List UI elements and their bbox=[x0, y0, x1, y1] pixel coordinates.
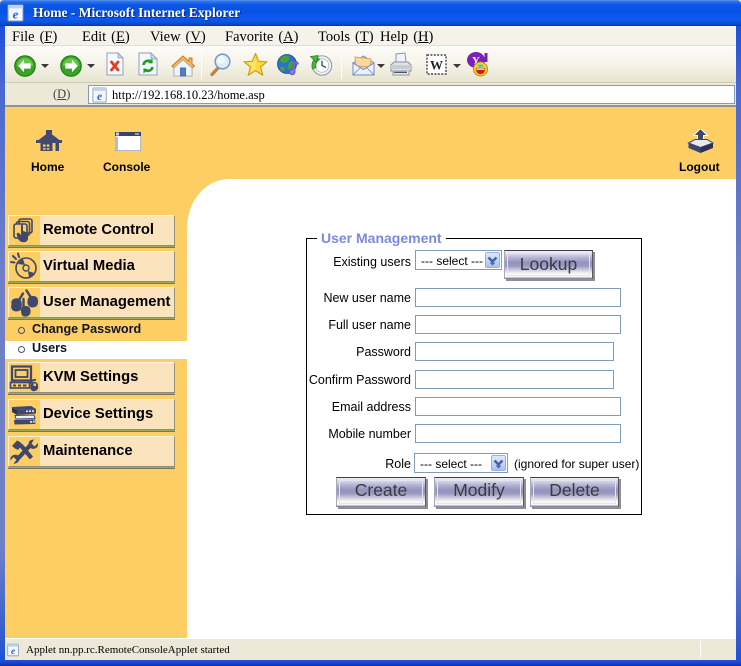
svg-text:e: e bbox=[97, 91, 102, 103]
svg-text:e: e bbox=[13, 7, 19, 22]
svg-text:W: W bbox=[430, 58, 443, 73]
svg-text:e: e bbox=[11, 647, 15, 657]
